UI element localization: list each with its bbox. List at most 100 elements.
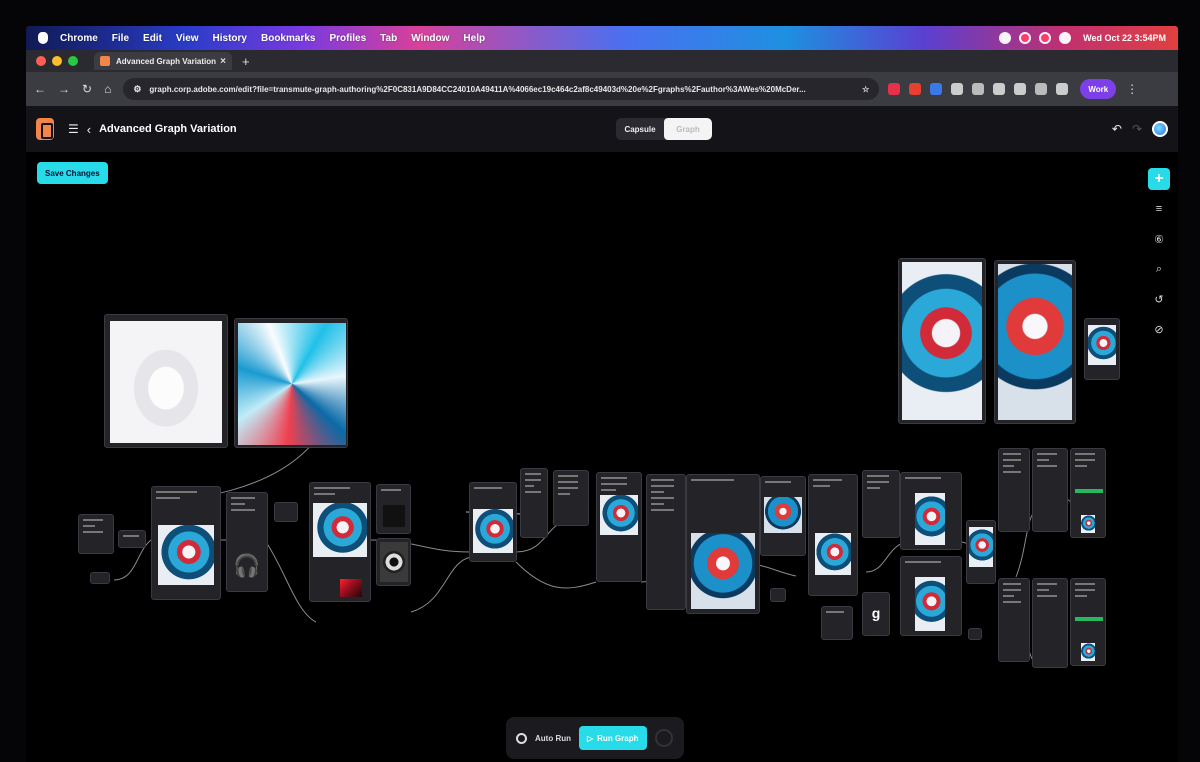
export-node[interactable] xyxy=(1070,578,1106,666)
extension-icon[interactable] xyxy=(972,83,985,95)
headphones-render-image xyxy=(110,321,222,443)
tab-capsule[interactable]: Capsule xyxy=(616,118,664,140)
prompt-node[interactable] xyxy=(520,468,548,538)
menu-profiles[interactable]: Profiles xyxy=(329,33,366,44)
status-icon[interactable] xyxy=(999,32,1012,44)
generated-image xyxy=(764,497,802,533)
redo-icon[interactable]: ↷ xyxy=(1132,122,1142,136)
output-poster-node[interactable] xyxy=(994,260,1076,424)
browser-tab[interactable]: Advanced Graph Variation × xyxy=(94,52,232,70)
extension-icon[interactable] xyxy=(1056,83,1069,95)
extension-icon[interactable] xyxy=(930,83,943,95)
forward-arrow-icon[interactable]: → xyxy=(58,82,70,96)
hamburger-menu-icon[interactable]: ☰ xyxy=(68,122,79,136)
generate-image-node[interactable] xyxy=(966,520,996,584)
generate-image-node[interactable] xyxy=(760,476,806,556)
generate-image-node[interactable] xyxy=(808,474,858,596)
tab-graph[interactable]: Graph xyxy=(664,118,712,140)
back-arrow-icon[interactable]: ← xyxy=(34,82,46,96)
parameters-node[interactable] xyxy=(998,578,1030,662)
small-node[interactable] xyxy=(821,606,853,640)
menu-tab[interactable]: Tab xyxy=(380,33,397,44)
poster-output-image xyxy=(998,264,1072,420)
small-node[interactable] xyxy=(770,588,786,602)
menu-edit[interactable]: Edit xyxy=(143,33,162,44)
extensions-puzzle-icon[interactable] xyxy=(993,83,1006,95)
site-settings-icon[interactable]: ⚙ xyxy=(133,84,141,95)
restore-icon[interactable]: ↺ xyxy=(1148,288,1170,310)
generate-image-node[interactable] xyxy=(309,482,371,602)
url-bar[interactable]: ⚙ graph.corp.adobe.com/edit?file=transmu… xyxy=(123,78,880,100)
extension-icon[interactable] xyxy=(888,83,901,95)
brand-logo-icon: g xyxy=(871,605,881,621)
parameters-node[interactable] xyxy=(1032,578,1068,668)
parameters-node[interactable] xyxy=(646,474,686,610)
control-center-icon[interactable] xyxy=(1059,32,1072,44)
output-poster-node[interactable] xyxy=(898,258,986,424)
parameters-node[interactable] xyxy=(862,470,900,538)
parameters-node[interactable] xyxy=(998,448,1030,532)
text-input-node[interactable] xyxy=(78,514,114,554)
generate-image-node[interactable] xyxy=(900,472,962,550)
menubar-clock[interactable]: Wed Oct 22 3:54PM xyxy=(1083,33,1166,43)
menu-view[interactable]: View xyxy=(176,33,199,44)
generated-image xyxy=(969,527,993,567)
output-thumb-node[interactable] xyxy=(1084,318,1120,380)
generate-image-node[interactable] xyxy=(900,556,962,636)
search-icon[interactable]: ⌕ xyxy=(1148,258,1170,280)
reload-icon[interactable]: ↻ xyxy=(82,82,92,96)
poster-output-image xyxy=(902,262,982,420)
mask-node[interactable] xyxy=(376,484,411,534)
image-preview-node[interactable] xyxy=(234,318,348,448)
generate-image-node[interactable] xyxy=(686,474,760,614)
menu-window[interactable]: Window xyxy=(411,33,449,44)
sliders-icon[interactable]: ≡ xyxy=(1148,198,1170,220)
menu-help[interactable]: Help xyxy=(463,33,485,44)
generate-image-node[interactable] xyxy=(596,472,642,582)
graph-canvas[interactable]: Save Changes 🎧 g + ≡ ⑥ ⌕ ↺ ⊘ Auto Run ▷ … xyxy=(26,152,1178,762)
apple-icon[interactable] xyxy=(38,32,48,44)
status-icon[interactable] xyxy=(1039,32,1052,44)
extension-icon[interactable] xyxy=(951,83,964,95)
extension-icon[interactable] xyxy=(1035,83,1048,95)
link-icon[interactable]: ⊘ xyxy=(1148,318,1170,340)
app-logo-icon[interactable] xyxy=(36,118,54,140)
lock-node[interactable] xyxy=(274,502,298,522)
close-tab-icon[interactable]: × xyxy=(220,56,226,67)
status-icon[interactable] xyxy=(1019,32,1032,44)
download-icon[interactable] xyxy=(1014,83,1027,95)
small-node[interactable] xyxy=(968,628,982,640)
plus-icon[interactable]: + xyxy=(1148,168,1170,190)
export-node[interactable] xyxy=(1070,448,1106,538)
avatar[interactable] xyxy=(1152,121,1168,137)
menu-file[interactable]: File xyxy=(112,33,129,44)
minimize-window-icon[interactable] xyxy=(52,56,62,66)
browser-menu-icon[interactable]: ⋮ xyxy=(1126,82,1138,96)
bookmark-star-icon[interactable]: ☆ xyxy=(856,85,869,94)
mac-menubar: Chrome File Edit View History Bookmarks … xyxy=(26,26,1178,50)
headphones-asset-node[interactable]: 🎧 xyxy=(226,492,268,592)
history-badge-icon[interactable]: ⑥ xyxy=(1148,228,1170,250)
back-chevron-icon[interactable]: ‹ xyxy=(87,122,91,137)
image-preview-node[interactable] xyxy=(104,314,228,448)
close-window-icon[interactable] xyxy=(36,56,46,66)
parameter-node[interactable] xyxy=(118,530,146,548)
zoom-window-icon[interactable] xyxy=(68,56,78,66)
prompt-node[interactable] xyxy=(553,470,589,526)
home-icon[interactable]: ⌂ xyxy=(104,82,111,96)
generate-image-node[interactable] xyxy=(151,486,221,600)
headphones-mask-node[interactable] xyxy=(376,538,411,586)
undo-icon[interactable]: ↶ xyxy=(1112,122,1122,136)
generate-image-node[interactable] xyxy=(469,482,517,562)
toggle-node[interactable] xyxy=(90,572,110,584)
run-graph-button[interactable]: ▷ Run Graph xyxy=(579,726,647,750)
new-tab-icon[interactable]: + xyxy=(242,54,250,69)
menu-chrome[interactable]: Chrome xyxy=(60,33,98,44)
menu-bookmarks[interactable]: Bookmarks xyxy=(261,33,315,44)
parameters-node[interactable] xyxy=(1032,448,1068,532)
menu-history[interactable]: History xyxy=(213,33,247,44)
auto-run-toggle[interactable] xyxy=(516,732,527,744)
acrobat-icon[interactable] xyxy=(909,83,922,95)
profile-button[interactable]: Work xyxy=(1080,79,1117,99)
logo-node[interactable]: g xyxy=(862,592,890,636)
